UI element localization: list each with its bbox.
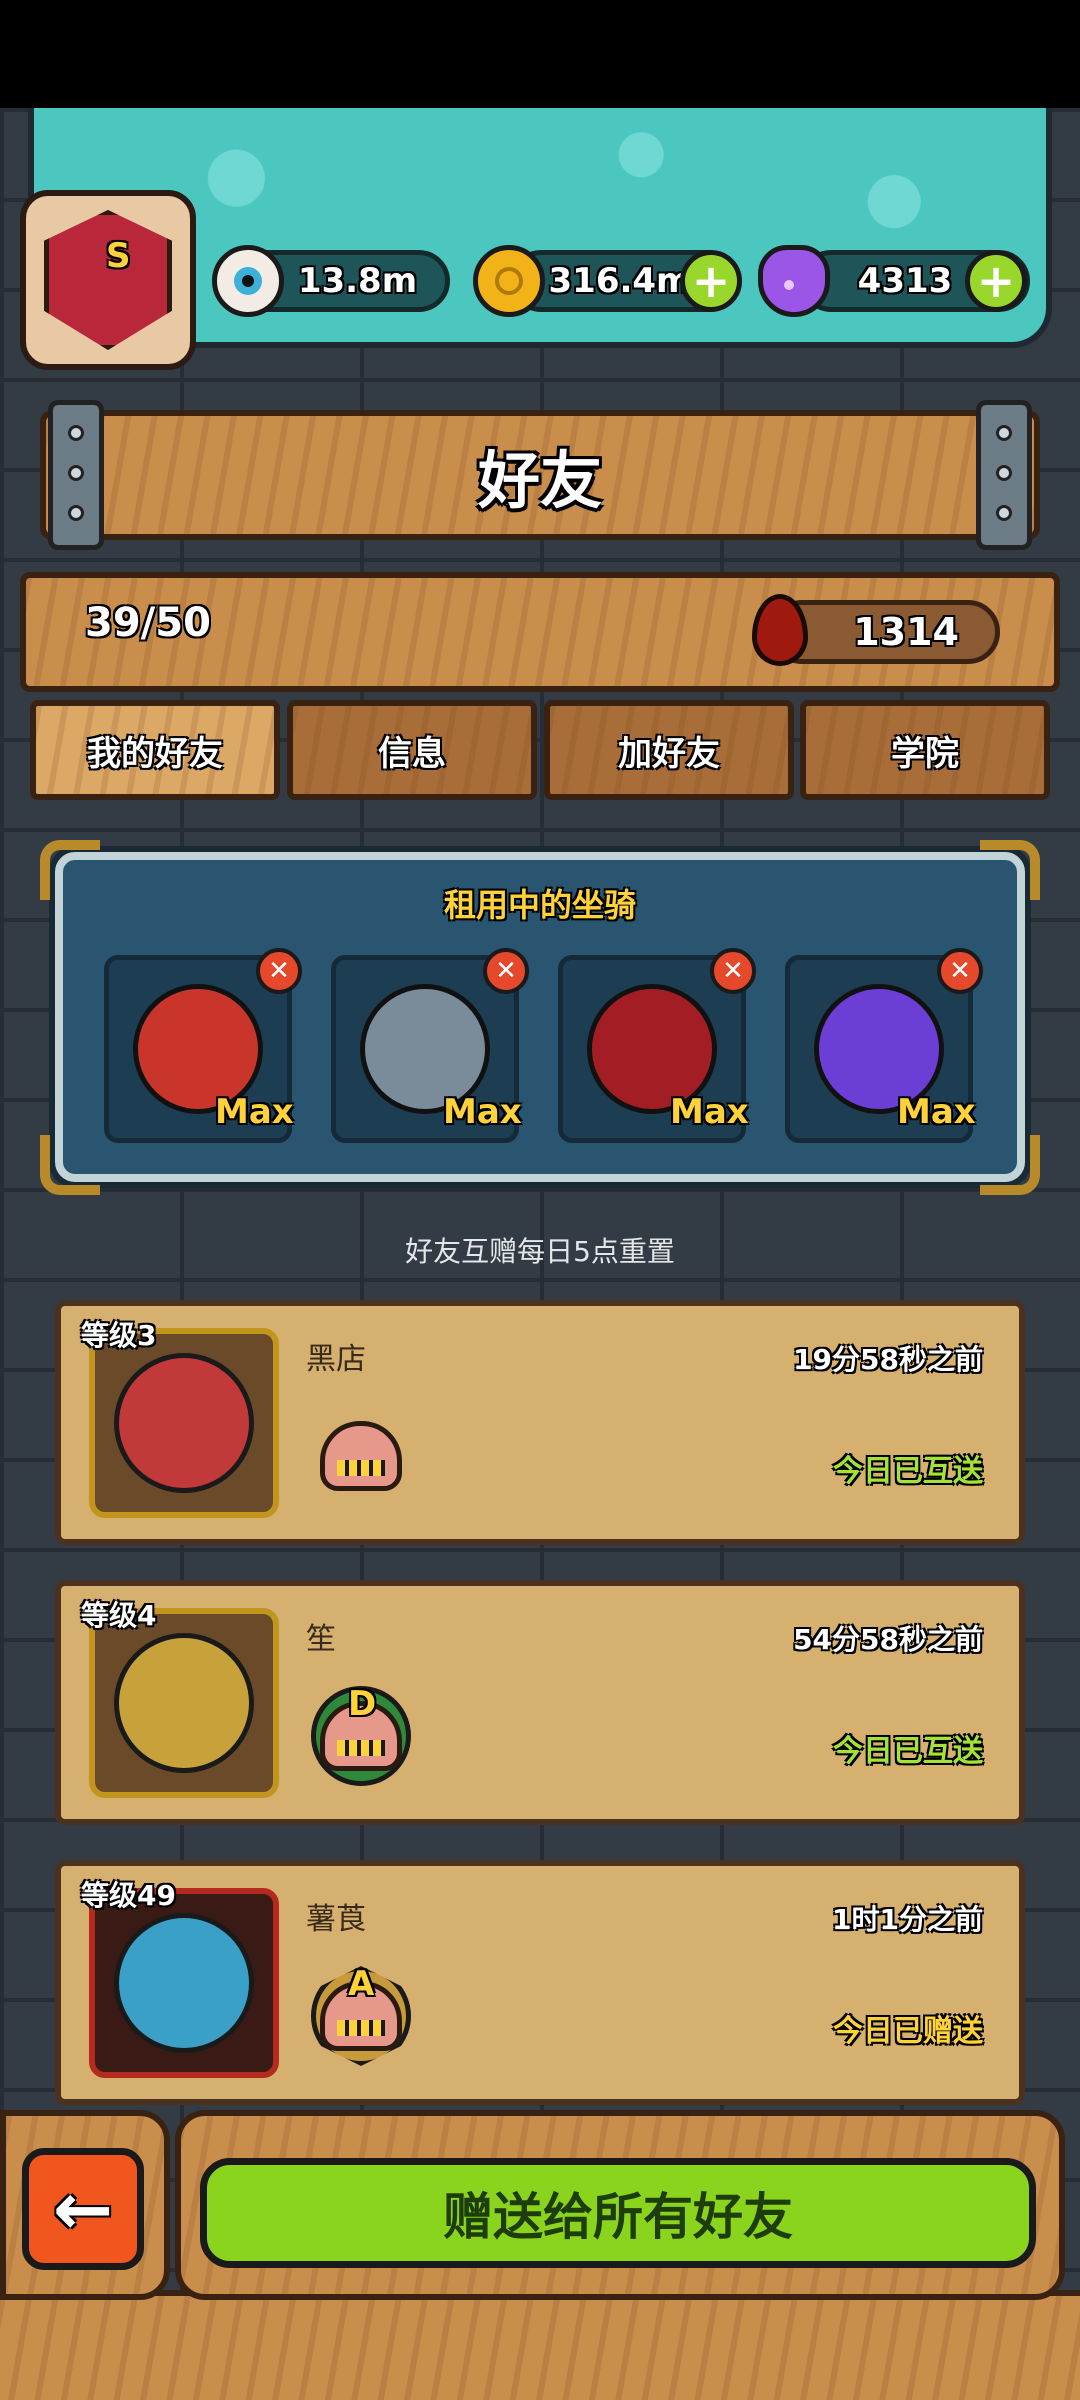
friend-card[interactable]: 等级3 黑店 19分58秒之前 今日已互送: [55, 1300, 1025, 1545]
blue-spider-icon: [114, 1913, 254, 2053]
mount-level-label: Max: [897, 1092, 976, 1132]
friend-portrait[interactable]: [89, 1328, 279, 1518]
coins-value: 316.4m: [548, 261, 692, 301]
eyeball-icon: [212, 245, 284, 317]
friend-gift-status: 今日已赠送: [833, 2014, 983, 2049]
send-to-all-friends-button[interactable]: 赠送给所有好友: [200, 2158, 1036, 2268]
panel-corner: [40, 1135, 100, 1195]
tab-my-friends[interactable]: 我的好友: [30, 700, 280, 800]
friend-last-active: 54分58秒之前: [793, 1623, 983, 1656]
eyes-value: 13.8m: [297, 261, 418, 301]
tab-messages[interactable]: 信息: [287, 700, 537, 800]
rented-mounts-title: 租用中的坐骑: [443, 886, 636, 924]
reset-note: 好友互赠每日5点重置: [405, 1235, 675, 1268]
add-potions-button[interactable]: +: [965, 250, 1027, 312]
friend-name: 黑店: [306, 1342, 366, 1377]
friend-card[interactable]: 等级49 薯莨 1时1分之前 A 今日已赠送: [55, 1860, 1025, 2105]
friend-grade-badge: D: [348, 1684, 377, 1724]
avatar-mount-icon: [44, 210, 172, 350]
remove-mount-button[interactable]: ✕: [483, 948, 529, 994]
bottom-wood-bar: [0, 2290, 1080, 2400]
friend-name: 薯莨: [306, 1902, 366, 1937]
page-title: 好友: [477, 444, 602, 517]
friend-last-active: 19分58秒之前: [793, 1343, 983, 1376]
tab-academy[interactable]: 学院: [800, 700, 1050, 800]
friend-name: 笙: [306, 1622, 336, 1657]
add-coins-button[interactable]: +: [680, 250, 742, 312]
player-grade-badge: S: [106, 236, 131, 276]
friend-level: 等级49: [81, 1879, 176, 1912]
remove-mount-button[interactable]: ✕: [256, 948, 302, 994]
remove-mount-button[interactable]: ✕: [710, 948, 756, 994]
player-avatar[interactable]: S: [20, 190, 196, 370]
friend-count: 39/50: [85, 600, 211, 646]
tomato-monster-icon: [114, 1353, 254, 1493]
friend-gift-status: 今日已互送: [833, 1734, 983, 1769]
friend-portrait[interactable]: [89, 1888, 279, 2078]
tab-add-friend[interactable]: 加好友: [544, 700, 794, 800]
mount-level-label: Max: [670, 1092, 749, 1132]
friend-level: 等级4: [81, 1599, 157, 1632]
friend-portrait[interactable]: [89, 1608, 279, 1798]
friend-level: 等级3: [81, 1319, 157, 1352]
friend-gift-status: 今日已互送: [833, 1454, 983, 1489]
mount-level-label: Max: [443, 1092, 522, 1132]
friend-card[interactable]: 等级4 笙 54分58秒之前 D 今日已互送: [55, 1580, 1025, 1825]
back-button[interactable]: ←: [22, 2148, 144, 2270]
system-status-bar: [0, 0, 1080, 108]
potions-value: 4313: [857, 261, 953, 301]
mount-level-label: Max: [215, 1092, 294, 1132]
wheat-plant-icon: [114, 1633, 254, 1773]
potion-flask-icon: [758, 245, 830, 317]
friend-last-active: 1时1分之前: [832, 1903, 983, 1936]
friend-grade-badge: A: [348, 1964, 375, 2004]
gold-coin-icon: [473, 245, 545, 317]
remove-mount-button[interactable]: ✕: [937, 948, 983, 994]
friend-mount-icon: [311, 1406, 411, 1506]
panel-corner: [980, 1135, 1040, 1195]
blood-value: 1314: [853, 610, 959, 654]
